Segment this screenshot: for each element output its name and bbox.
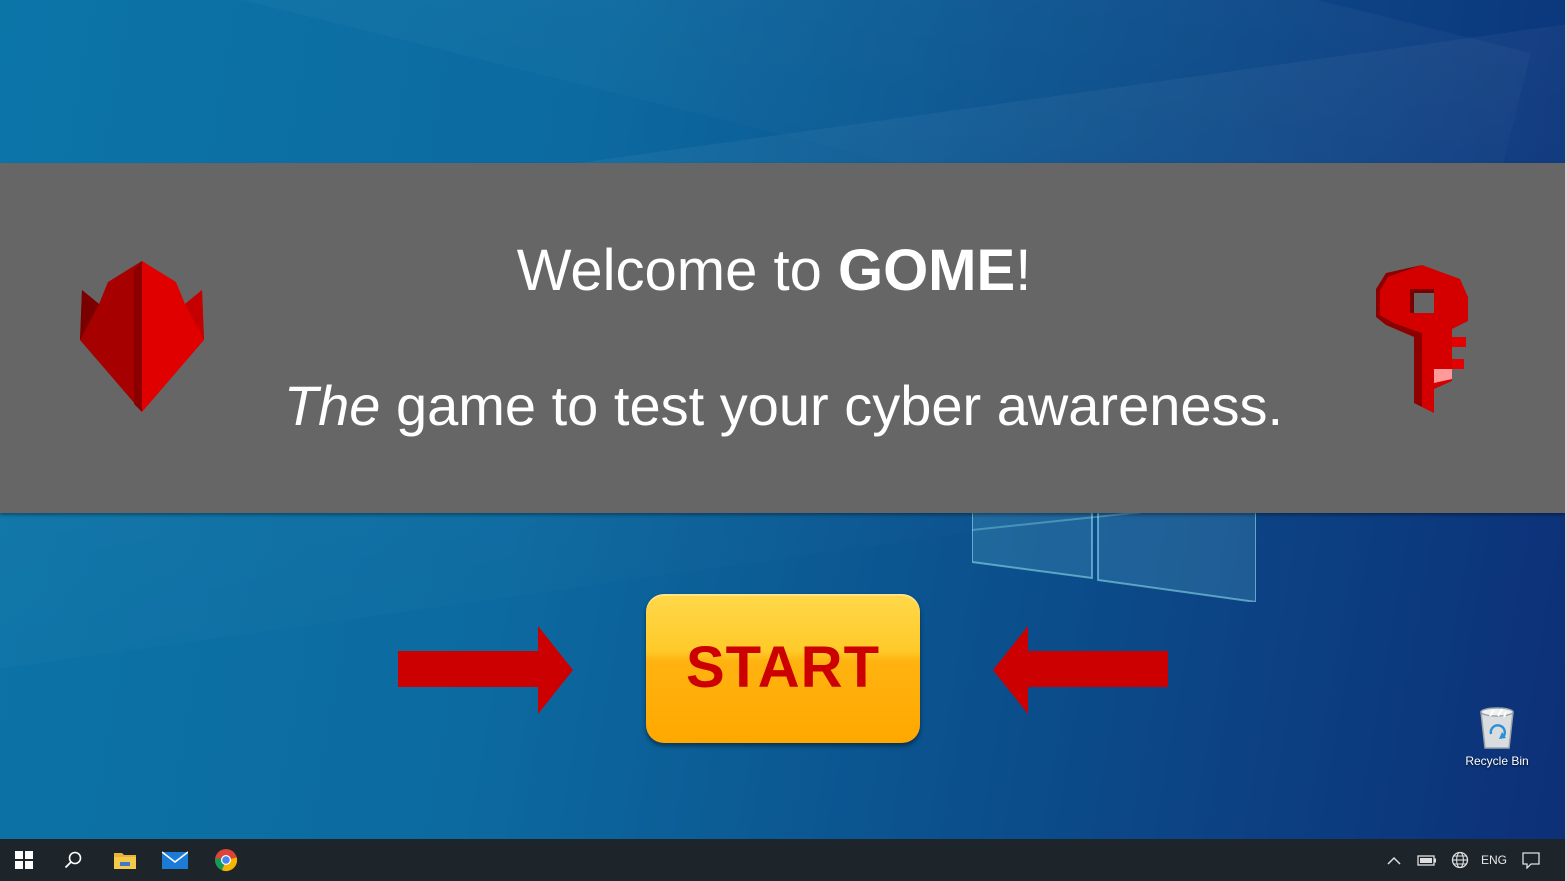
tagline-text: game to test your cyber awareness. xyxy=(380,374,1284,437)
recycle-bin-label: Recycle Bin xyxy=(1465,754,1529,768)
mail-icon[interactable] xyxy=(152,839,198,881)
file-explorer-icon[interactable] xyxy=(102,839,148,881)
battery-icon[interactable] xyxy=(1412,839,1442,881)
taskbar: ENG xyxy=(0,839,1567,881)
tagline: The game to test your cyber awareness. xyxy=(0,372,1567,440)
desktop-icon-recycle-bin[interactable]: Recycle Bin xyxy=(1452,704,1542,768)
chrome-icon[interactable] xyxy=(203,839,249,881)
welcome-suffix: ! xyxy=(1015,238,1032,303)
arrow-right-icon xyxy=(398,626,573,714)
recycle-bin-icon xyxy=(1480,707,1514,749)
desktop: Welcome to GOME! The game to test your c… xyxy=(0,0,1567,881)
start-button[interactable]: START xyxy=(646,594,920,743)
game-title: GOME xyxy=(837,238,1016,303)
tagline-emphasis: The xyxy=(283,374,381,437)
start-windows-icon[interactable] xyxy=(0,839,48,881)
chevron-up-icon[interactable] xyxy=(1381,839,1407,881)
welcome-heading: Welcome to GOME! xyxy=(0,236,1548,306)
notifications-icon[interactable] xyxy=(1517,839,1545,881)
windows-wallpaper-logo xyxy=(972,500,1256,602)
welcome-prefix: Welcome to xyxy=(516,238,838,303)
start-button-label: START xyxy=(685,635,880,700)
network-globe-icon[interactable] xyxy=(1446,839,1474,881)
search-icon[interactable] xyxy=(50,839,96,881)
arrow-left-icon xyxy=(993,626,1168,714)
welcome-banner xyxy=(0,163,1565,513)
language-indicator[interactable]: ENG xyxy=(1478,839,1510,881)
